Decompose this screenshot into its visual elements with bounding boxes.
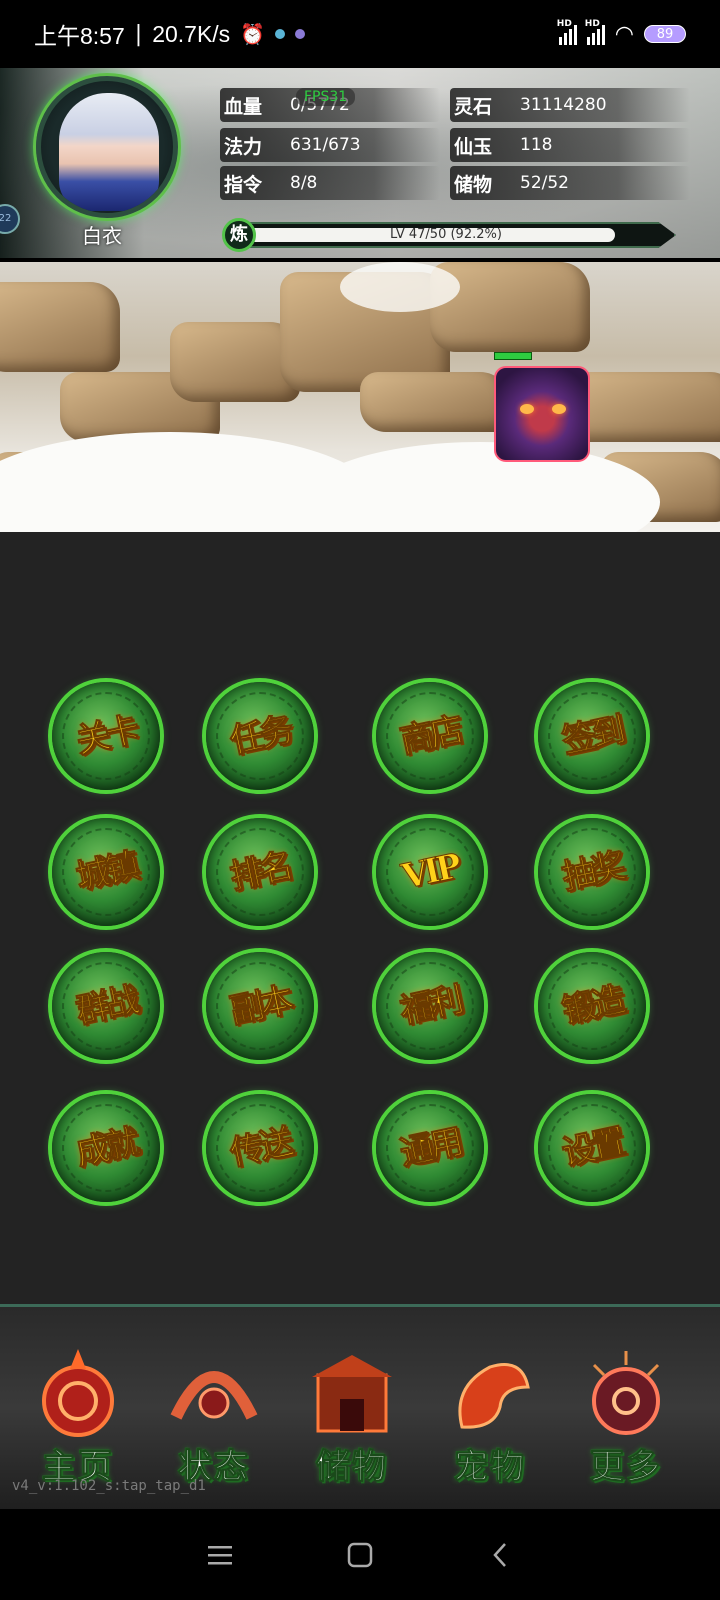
more-emblem-icon <box>578 1347 674 1443</box>
nav-label: 储物 <box>316 1447 388 1488</box>
signal-icon-2: HD <box>585 19 605 45</box>
rock <box>360 372 510 432</box>
back-icon[interactable] <box>480 1535 520 1575</box>
menu-button-label: 通用 <box>396 1122 464 1175</box>
system-nav-bar <box>0 1509 720 1600</box>
stat-storage: 储物 52/52 <box>450 166 690 200</box>
nav-pet[interactable]: 宠物 <box>428 1347 552 1497</box>
enemy-eye <box>552 404 566 414</box>
menu-dungeon-button[interactable]: 副本 <box>206 952 314 1060</box>
menu-button-label: 传送 <box>226 1122 294 1175</box>
menu-lottery-button[interactable]: 抽奖 <box>538 818 646 926</box>
character-portrait <box>59 93 159 211</box>
battery-icon: 89 <box>644 25 686 43</box>
menu-stage-button[interactable]: 关卡 <box>52 682 160 790</box>
signal-icon: HD <box>557 19 577 45</box>
menu-vip-button[interactable]: VIP <box>376 818 484 926</box>
menu-town-button[interactable]: 城镇 <box>52 818 160 926</box>
refine-badge[interactable]: 炼 <box>222 218 256 252</box>
menu-button-label: 商店 <box>396 710 464 763</box>
stat-mp: 法力 631/673 <box>220 128 440 162</box>
status-divider: | <box>134 21 143 47</box>
menu-grid: 关卡 任务 商店 签到城镇 排名 VIP 抽奖群战 副本 福利 锻造成就 传送 通用 设置 <box>0 532 720 1304</box>
menu-shop-button[interactable]: 商店 <box>376 682 484 790</box>
home-icon[interactable] <box>340 1535 380 1575</box>
menu-button-label: VIP <box>398 846 462 898</box>
app-notification-icon <box>275 29 286 39</box>
fps-counter: FPS31 <box>296 88 356 106</box>
menu-button-label: 抽奖 <box>558 846 626 899</box>
menu-quest-button[interactable]: 任务 <box>206 682 314 790</box>
nav-label: 宠物 <box>454 1447 526 1488</box>
nav-more[interactable]: 更多 <box>564 1347 688 1497</box>
avatar[interactable] <box>36 76 178 218</box>
menu-button-label: 城镇 <box>72 846 140 899</box>
stat-command: 指令 8/8 <box>220 166 440 200</box>
menu-button-label: 副本 <box>226 980 294 1033</box>
status-net-speed: 20.7K/s <box>152 20 231 47</box>
nav-label: 更多 <box>590 1447 662 1488</box>
exp-bar: LV 47/50 (92.2%) 炼 <box>222 218 690 252</box>
home-emblem-icon <box>30 1347 126 1443</box>
menu-group-battle-button[interactable]: 群战 <box>52 952 160 1060</box>
player-header: 22 白衣 血量 0/5772 灵石 31114280 法力 631/673 仙… <box>0 68 720 258</box>
app-notification-icon-2 <box>295 29 306 39</box>
menu-button-label: 群战 <box>72 980 140 1033</box>
menu-button-label: 关卡 <box>72 710 140 763</box>
menu-welfare-button[interactable]: 福利 <box>376 952 484 1060</box>
wifi-icon: ◠ <box>614 21 634 47</box>
menu-button-label: 签到 <box>558 710 626 763</box>
nav-home[interactable]: 主页 <box>16 1347 140 1497</box>
menu-settings-button[interactable]: 设置 <box>538 1094 646 1202</box>
menu-button-label: 设置 <box>558 1122 626 1175</box>
player-name: 白衣 <box>82 224 122 248</box>
menu-button-label: 排名 <box>226 846 294 899</box>
status-bar: 上午8:57 | 20.7K/s ⏰ HD HD ◠ 89 <box>0 0 720 68</box>
stat-spirit-stone: 灵石 31114280 <box>450 88 690 122</box>
menu-button-label: 锻造 <box>558 980 626 1033</box>
alarm-icon: ⏰ <box>240 22 266 46</box>
side-badge[interactable]: 22 <box>0 204 20 234</box>
menu-forge-button[interactable]: 锻造 <box>538 952 646 1060</box>
stat-immortal-jade: 仙玉 118 <box>450 128 690 162</box>
menu-button-label: 成就 <box>72 1122 140 1175</box>
exp-text: LV 47/50 (92.2%) <box>390 227 502 242</box>
enemy-eye <box>520 404 534 414</box>
menu-icon[interactable] <box>200 1535 240 1575</box>
nav-storage[interactable]: 储物 <box>290 1347 414 1497</box>
snow-drift <box>340 262 460 312</box>
menu-general-button[interactable]: 通用 <box>376 1094 484 1202</box>
storage-emblem-icon <box>304 1347 400 1443</box>
menu-button-label: 福利 <box>396 980 464 1033</box>
menu-achievement-button[interactable]: 成就 <box>52 1094 160 1202</box>
version-label: v4_v:1.102_s:tap_tap_d1 <box>12 1478 206 1494</box>
menu-teleport-button[interactable]: 传送 <box>206 1094 314 1202</box>
menu-button-label: 任务 <box>226 710 294 763</box>
battle-scene <box>0 262 720 532</box>
status-time: 上午8:57 <box>34 23 125 49</box>
menu-checkin-button[interactable]: 签到 <box>538 682 646 790</box>
rock <box>0 282 120 372</box>
enemy-hp-bar <box>494 352 532 360</box>
status-emblem-icon <box>166 1347 262 1443</box>
menu-ranking-button[interactable]: 排名 <box>206 818 314 926</box>
enemy-monster[interactable] <box>494 366 590 462</box>
nav-status[interactable]: 状态 <box>152 1347 276 1497</box>
pet-emblem-icon <box>442 1347 538 1443</box>
